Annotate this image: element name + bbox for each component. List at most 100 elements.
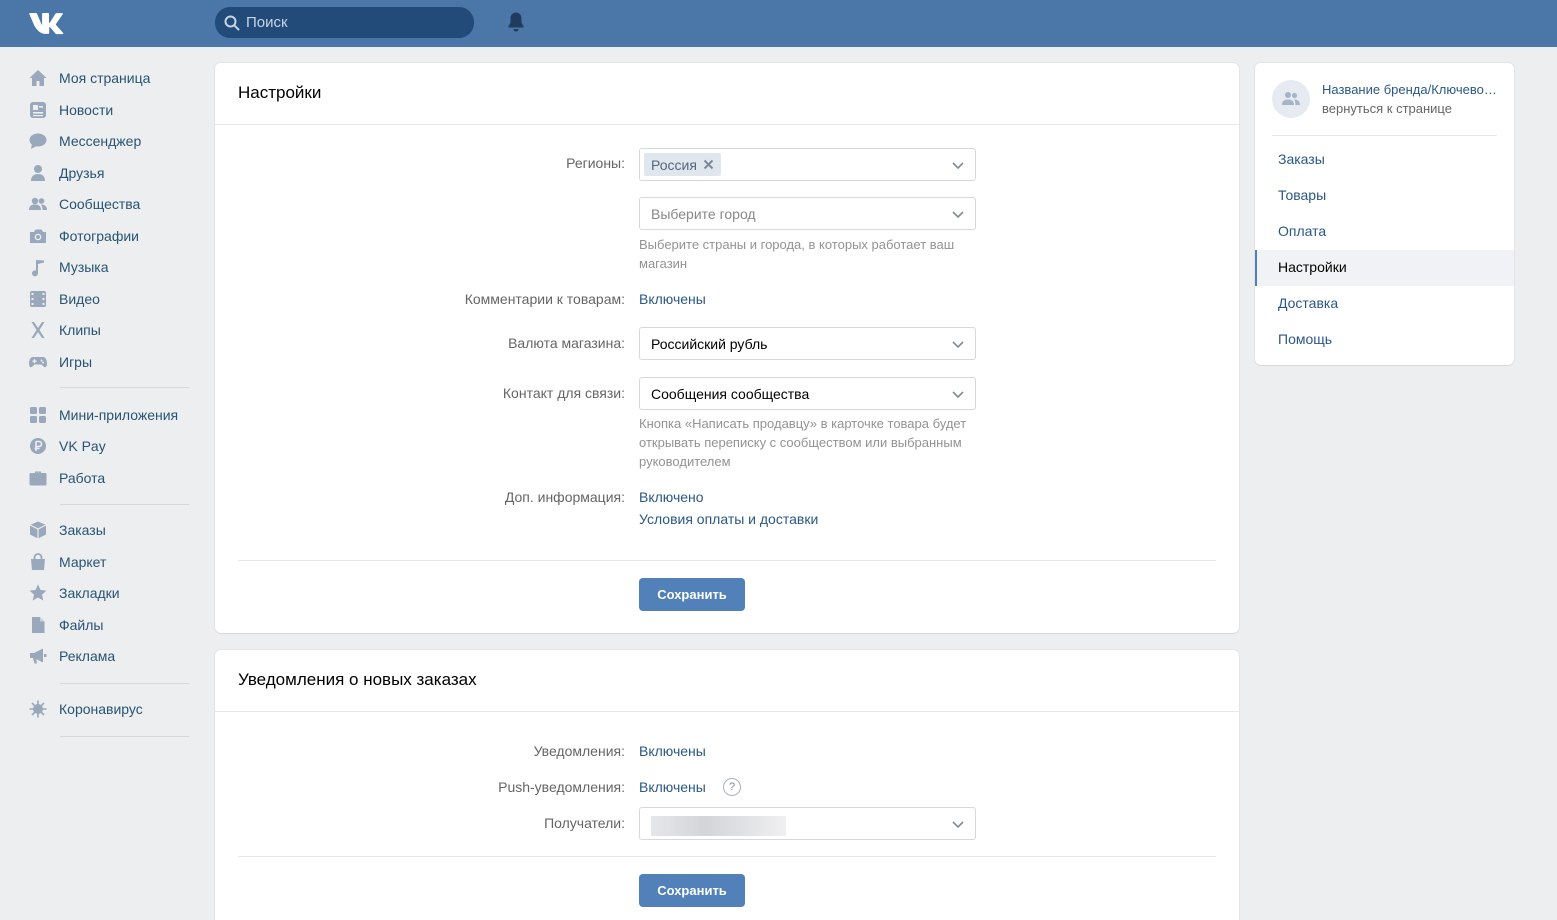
- vk-logo-icon[interactable]: [28, 10, 68, 36]
- notifications-toggle-link[interactable]: Включены: [639, 743, 706, 759]
- city-select[interactable]: Выберите город: [639, 197, 976, 230]
- save-notifications-button[interactable]: Сохранить: [639, 874, 745, 907]
- contact-select[interactable]: Сообщения сообщества: [639, 377, 976, 410]
- box-icon: [29, 521, 47, 539]
- chevron-down-icon: [952, 341, 964, 349]
- nav-label: Игры: [59, 354, 93, 370]
- nav-label: Музыка: [59, 259, 109, 275]
- menu-item-products[interactable]: Товары: [1255, 178, 1514, 214]
- nav-item-mini-apps[interactable]: Мини-приложения: [28, 403, 198, 427]
- chevron-down-icon: [952, 821, 964, 829]
- payment-delivery-terms-link[interactable]: Условия оплаты и доставки: [639, 511, 818, 527]
- nav-item-bookmarks[interactable]: Закладки: [28, 581, 198, 605]
- nav-item-ads[interactable]: Реклама: [28, 644, 198, 668]
- search-box[interactable]: Поиск: [215, 7, 474, 38]
- redacted-recipient: [651, 816, 786, 836]
- nav-item-music[interactable]: Музыка: [28, 255, 198, 279]
- menu-item-payment[interactable]: Оплата: [1255, 214, 1514, 250]
- right-panel-separator: [1272, 135, 1497, 136]
- nav-label: Заказы: [59, 522, 106, 538]
- menu-item-orders[interactable]: Заказы: [1255, 142, 1514, 178]
- nav-item-market[interactable]: Маркет: [28, 550, 198, 574]
- nav-item-my-page[interactable]: Моя страница: [28, 66, 198, 90]
- nav-label: Видео: [59, 291, 100, 307]
- menu-item-label: Товары: [1278, 187, 1327, 203]
- currency-value: Российский рубль: [651, 336, 768, 352]
- help-icon[interactable]: ?: [723, 778, 741, 796]
- nav-item-messenger[interactable]: Мессенджер: [28, 129, 198, 153]
- menu-item-label: Заказы: [1278, 151, 1325, 167]
- camera-icon: [30, 229, 46, 243]
- regions-label: Регионы:: [566, 155, 625, 171]
- nav-label: Новости: [59, 102, 114, 118]
- remove-tag-icon[interactable]: [703, 159, 714, 170]
- brand-name-link[interactable]: Название бренда/Ключевое слово: [1322, 82, 1502, 97]
- nav-item-coronavirus[interactable]: Коронавирус: [28, 697, 198, 721]
- menu-item-delivery[interactable]: Доставка: [1255, 286, 1514, 322]
- nav-label: Маркет: [59, 554, 107, 570]
- contact-hint: Кнопка «Написать продавцу» в карточке то…: [639, 416, 967, 469]
- nav-label: VK Pay: [59, 438, 106, 454]
- extra-info-toggle-link[interactable]: Включено: [639, 489, 704, 505]
- extra-info-label: Доп. информация:: [504, 489, 625, 505]
- menu-item-help[interactable]: Помощь: [1255, 322, 1514, 358]
- nav-label: Работа: [59, 470, 106, 486]
- regions-select[interactable]: Россия: [639, 148, 976, 181]
- comments-toggle-link[interactable]: Включены: [639, 291, 706, 307]
- clips-icon: [31, 322, 45, 338]
- notifications-divider: [238, 856, 1216, 857]
- nav-item-video[interactable]: Видео: [28, 287, 198, 311]
- menu-item-label: Оплата: [1278, 223, 1327, 239]
- regions-hint: Выберите страны и города, в которых рабо…: [639, 237, 955, 271]
- page-title: Настройки: [238, 83, 322, 102]
- megaphone-icon: [30, 648, 47, 664]
- nav-label: Друзья: [59, 165, 105, 181]
- city-placeholder: Выберите город: [651, 206, 756, 222]
- bell-icon[interactable]: [506, 11, 526, 33]
- nav-label: Файлы: [59, 617, 104, 633]
- nav-item-files[interactable]: Файлы: [28, 613, 198, 637]
- nav-item-work[interactable]: Работа: [28, 466, 198, 490]
- settings-divider: [238, 560, 1216, 561]
- currency-select[interactable]: Российский рубль: [639, 327, 976, 360]
- nav-item-friends[interactable]: Друзья: [28, 161, 198, 185]
- recipients-select[interactable]: [639, 807, 976, 840]
- briefcase-icon: [29, 471, 47, 486]
- search-input[interactable]: Поиск: [246, 14, 288, 31]
- comments-label: Комментарии к товарам:: [464, 291, 625, 307]
- nav-item-photos[interactable]: Фотографии: [28, 224, 198, 248]
- push-label: Push-уведомления:: [498, 779, 625, 795]
- music-icon: [32, 260, 44, 277]
- nav-item-vk-pay[interactable]: VK Pay: [28, 434, 198, 458]
- menu-item-settings[interactable]: Настройки: [1255, 250, 1514, 286]
- nav-item-communities[interactable]: Сообщества: [28, 192, 198, 216]
- contact-value: Сообщения сообщества: [651, 386, 810, 402]
- nav-item-orders[interactable]: Заказы: [28, 518, 198, 542]
- contact-label: Контакт для связи:: [502, 385, 625, 401]
- video-icon: [30, 291, 46, 307]
- menu-item-label: Доставка: [1278, 295, 1339, 311]
- search-icon: [224, 15, 240, 31]
- nav-item-games[interactable]: Игры: [28, 350, 198, 374]
- home-icon: [29, 70, 47, 86]
- settings-card-header: Настройки: [215, 63, 1239, 125]
- back-to-page-link[interactable]: вернуться к странице: [1322, 101, 1452, 116]
- nav-separator: [60, 387, 189, 388]
- chevron-down-icon: [952, 162, 964, 170]
- friends-icon: [31, 165, 45, 181]
- chevron-down-icon: [952, 211, 964, 219]
- notifications-title: Уведомления о новых заказах: [238, 670, 477, 689]
- menu-item-label: Помощь: [1278, 331, 1333, 347]
- virus-icon: [29, 700, 47, 718]
- nav-item-news[interactable]: Новости: [28, 98, 198, 122]
- bag-icon: [31, 553, 45, 570]
- push-toggle-link[interactable]: Включены: [639, 779, 706, 795]
- nav-label: Мини-приложения: [59, 407, 179, 423]
- nav-item-clips[interactable]: Клипы: [28, 318, 198, 342]
- region-tag-label: Россия: [651, 156, 697, 173]
- nav-label: Закладки: [59, 585, 120, 601]
- save-settings-button[interactable]: Сохранить: [639, 578, 745, 611]
- notifications-card-header: Уведомления о новых заказах: [215, 650, 1239, 712]
- avatar[interactable]: [1272, 80, 1310, 118]
- nav-label: Сообщества: [59, 196, 141, 212]
